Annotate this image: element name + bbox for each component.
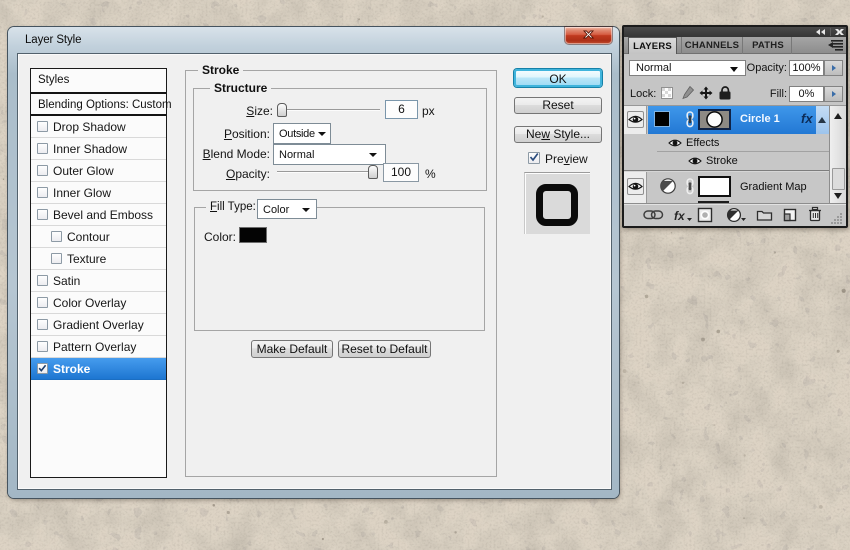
svg-text:fx: fx — [674, 209, 686, 223]
